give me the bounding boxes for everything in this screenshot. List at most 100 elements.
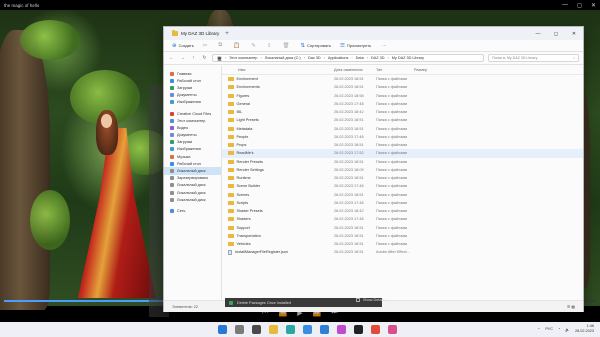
sidebar-item[interactable]: Изображения	[164, 146, 221, 153]
table-row[interactable]: Vehicles 26.02.2023 18:51 Папка с файлами	[222, 240, 583, 248]
share-button[interactable]: ⇪	[267, 43, 274, 49]
copy-button[interactable]: ⧉	[218, 42, 224, 49]
search-icon[interactable]	[235, 325, 244, 334]
table-row[interactable]: Scenes 26.02.2023 18:51 Папка с файлами	[222, 191, 583, 199]
table-row[interactable]: Runtime 26.02.2023 18:51 Папка с файлами	[222, 174, 583, 182]
paste-button[interactable]: 📋	[233, 43, 242, 49]
checkbox-icon[interactable]	[356, 298, 360, 302]
sidebar-item[interactable]: Локальный диск	[164, 189, 221, 196]
taskview-icon[interactable]	[252, 325, 261, 334]
column-date[interactable]: Дата изменения	[334, 68, 376, 72]
start-icon[interactable]	[218, 325, 227, 334]
table-row[interactable]: Shaders 26.02.2023 17:48 Папка с файлами	[222, 215, 583, 223]
sidebar-item[interactable]: Изображения	[164, 99, 221, 106]
table-row[interactable]: Metadata 26.02.2023 18:51 Папка с файлами	[222, 125, 583, 133]
table-row[interactable]: Support 26.02.2023 18:51 Папка с файлами	[222, 224, 583, 232]
explorer-titlebar[interactable]: My DAZ 3D Library + — ◻ ✕	[164, 27, 583, 40]
table-row[interactable]: ReadMe's 26.02.2023 17:52 Папка с файлами	[222, 149, 583, 158]
sidebar-item[interactable]: Музыка	[164, 153, 221, 160]
table-row[interactable]: Scripts 26.02.2023 17:48 Папка с файлами	[222, 199, 583, 207]
sidebar-item[interactable]: Рабочий стол	[164, 77, 221, 84]
chevron-right-icon[interactable]: ›	[225, 56, 226, 60]
breadcrumb-item[interactable]: DAZ 3D	[371, 56, 385, 60]
breadcrumb-item[interactable]: Applications	[328, 56, 348, 60]
close-button[interactable]: ✕	[591, 2, 596, 9]
sidebar-item[interactable]: Видео	[164, 124, 221, 131]
maximize-button[interactable]: ◻	[547, 27, 565, 40]
sidebar-item[interactable]: Рабочий стол	[164, 160, 221, 167]
minimize-button[interactable]: —	[562, 2, 568, 9]
forward-arrow-icon[interactable]: →	[179, 55, 186, 61]
table-row[interactable]: Figures 26.02.2023 18:58 Папка с файлами	[222, 92, 583, 100]
tray-chevron-icon[interactable]: ⌃	[537, 327, 540, 332]
sidebar-item[interactable]: Сеть	[164, 207, 221, 214]
search-input[interactable]: Поиск в: My DAZ 3D Library ⌕	[488, 54, 579, 62]
volume-icon[interactable]: 🔈	[565, 327, 570, 332]
sidebar-item[interactable]: Creative Cloud Files	[164, 110, 221, 117]
new-tab-icon[interactable]: +	[225, 31, 229, 37]
table-row[interactable]: Shader Presets 26.02.2023 18:42 Папка с фа…	[222, 207, 583, 215]
table-row[interactable]: InstallManagerFileRegister.json 26.02.202…	[222, 248, 583, 256]
chevron-right-icon[interactable]: ›	[324, 56, 325, 60]
table-row[interactable]: General 26.02.2023 17:48 Папка с файлами	[222, 100, 583, 108]
table-row[interactable]: Transportation 26.02.2023 18:51 Папка с фа…	[222, 232, 583, 240]
clock[interactable]: 1:46 28.02.2023	[575, 324, 594, 334]
media-icon[interactable]	[388, 325, 397, 334]
sidebar-item[interactable]: Локальный диск	[164, 196, 221, 203]
mail-icon[interactable]	[320, 325, 329, 334]
breadcrumb[interactable]: 🖥 › Этот компьютер › Локальный диск (C:) › Daz…	[212, 54, 484, 62]
new-button[interactable]: ⊕ Создать	[172, 43, 194, 49]
chevron-right-icon[interactable]: ›	[351, 56, 352, 60]
edge-icon[interactable]	[286, 325, 295, 334]
chrome-icon[interactable]	[371, 325, 380, 334]
sidebar-item[interactable]: Главная	[164, 70, 221, 77]
explorer-tab-title[interactable]: My DAZ 3D Library	[181, 31, 219, 36]
cut-button[interactable]: ✂	[203, 43, 210, 49]
photos-icon[interactable]	[337, 325, 346, 334]
refresh-icon[interactable]: ↻	[201, 55, 208, 61]
column-size[interactable]: Размер	[414, 68, 444, 72]
back-arrow-icon[interactable]: ←	[168, 55, 175, 61]
minimize-button[interactable]: —	[529, 27, 547, 40]
sidebar-item[interactable]: Документы	[164, 92, 221, 99]
breadcrumb-item[interactable]: Этот компьютер	[229, 56, 257, 60]
table-row[interactable]: Render Presets 26.02.2023 18:51 Папка с фа…	[222, 158, 583, 166]
table-row[interactable]: Light Presets 26.02.2023 18:51 Папка с фай…	[222, 116, 583, 124]
daz-icon[interactable]	[354, 325, 363, 334]
sidebar-item[interactable]: Этот компьютер	[164, 117, 221, 124]
sidebar-item[interactable]: Загрузки	[164, 139, 221, 146]
rename-button[interactable]: ✎	[251, 43, 258, 49]
language-indicator[interactable]: РУС	[545, 327, 553, 331]
table-row[interactable]: Environments 26.02.2023 18:51 Папка с файл…	[222, 83, 583, 91]
sort-button[interactable]: ⇅ Сортировать	[300, 43, 331, 49]
breadcrumb-item[interactable]: Локальный диск (C:)	[265, 56, 301, 60]
checkbox-checked-icon[interactable]	[229, 300, 233, 305]
column-type[interactable]: Тип	[376, 68, 414, 72]
close-button[interactable]: ✕	[565, 27, 583, 40]
chevron-right-icon[interactable]: ›	[387, 56, 388, 60]
sidebar-item[interactable]: Локальный диск	[164, 167, 221, 175]
explorer-icon[interactable]	[269, 325, 278, 334]
sidebar-item[interactable]: Загрузки	[164, 84, 221, 91]
table-row[interactable]: Render Settings 26.02.2023 18:09 Папка с ф…	[222, 166, 583, 174]
breadcrumb-item[interactable]: Data	[356, 56, 364, 60]
breadcrumb-item[interactable]: My DAZ 3D Library	[392, 56, 424, 60]
column-name[interactable]: Имя	[224, 68, 334, 72]
sidebar-item[interactable]: Документы	[164, 132, 221, 139]
table-row[interactable]: Environment 26.02.2023 18:51 Папка с файла…	[222, 75, 583, 83]
up-arrow-icon[interactable]: ↑	[190, 55, 197, 61]
table-row[interactable]: IBL 26.02.2023 18:42 Папка с файлами	[222, 108, 583, 116]
maximize-button[interactable]: ◻	[577, 2, 582, 9]
network-icon[interactable]: ◔	[558, 327, 560, 331]
view-toggle[interactable]: ☰ ▦	[567, 304, 575, 309]
table-row[interactable]: Scene Builder 26.02.2023 17:48 Папка с фай…	[222, 182, 583, 190]
store-icon[interactable]	[303, 325, 312, 334]
chevron-right-icon[interactable]: ›	[261, 56, 262, 60]
view-button[interactable]: ☰ Просмотреть	[340, 43, 371, 49]
sidebar-item[interactable]: Локальный диск	[164, 182, 221, 189]
more-button[interactable]: ···	[380, 43, 386, 48]
table-row[interactable]: Props 26.02.2023 18:51 Папка с файлами	[222, 141, 583, 149]
breadcrumb-item[interactable]: Daz 3D	[308, 56, 321, 60]
chevron-right-icon[interactable]: ›	[304, 56, 305, 60]
table-row[interactable]: People 26.02.2023 17:48 Папка с файлами	[222, 133, 583, 141]
